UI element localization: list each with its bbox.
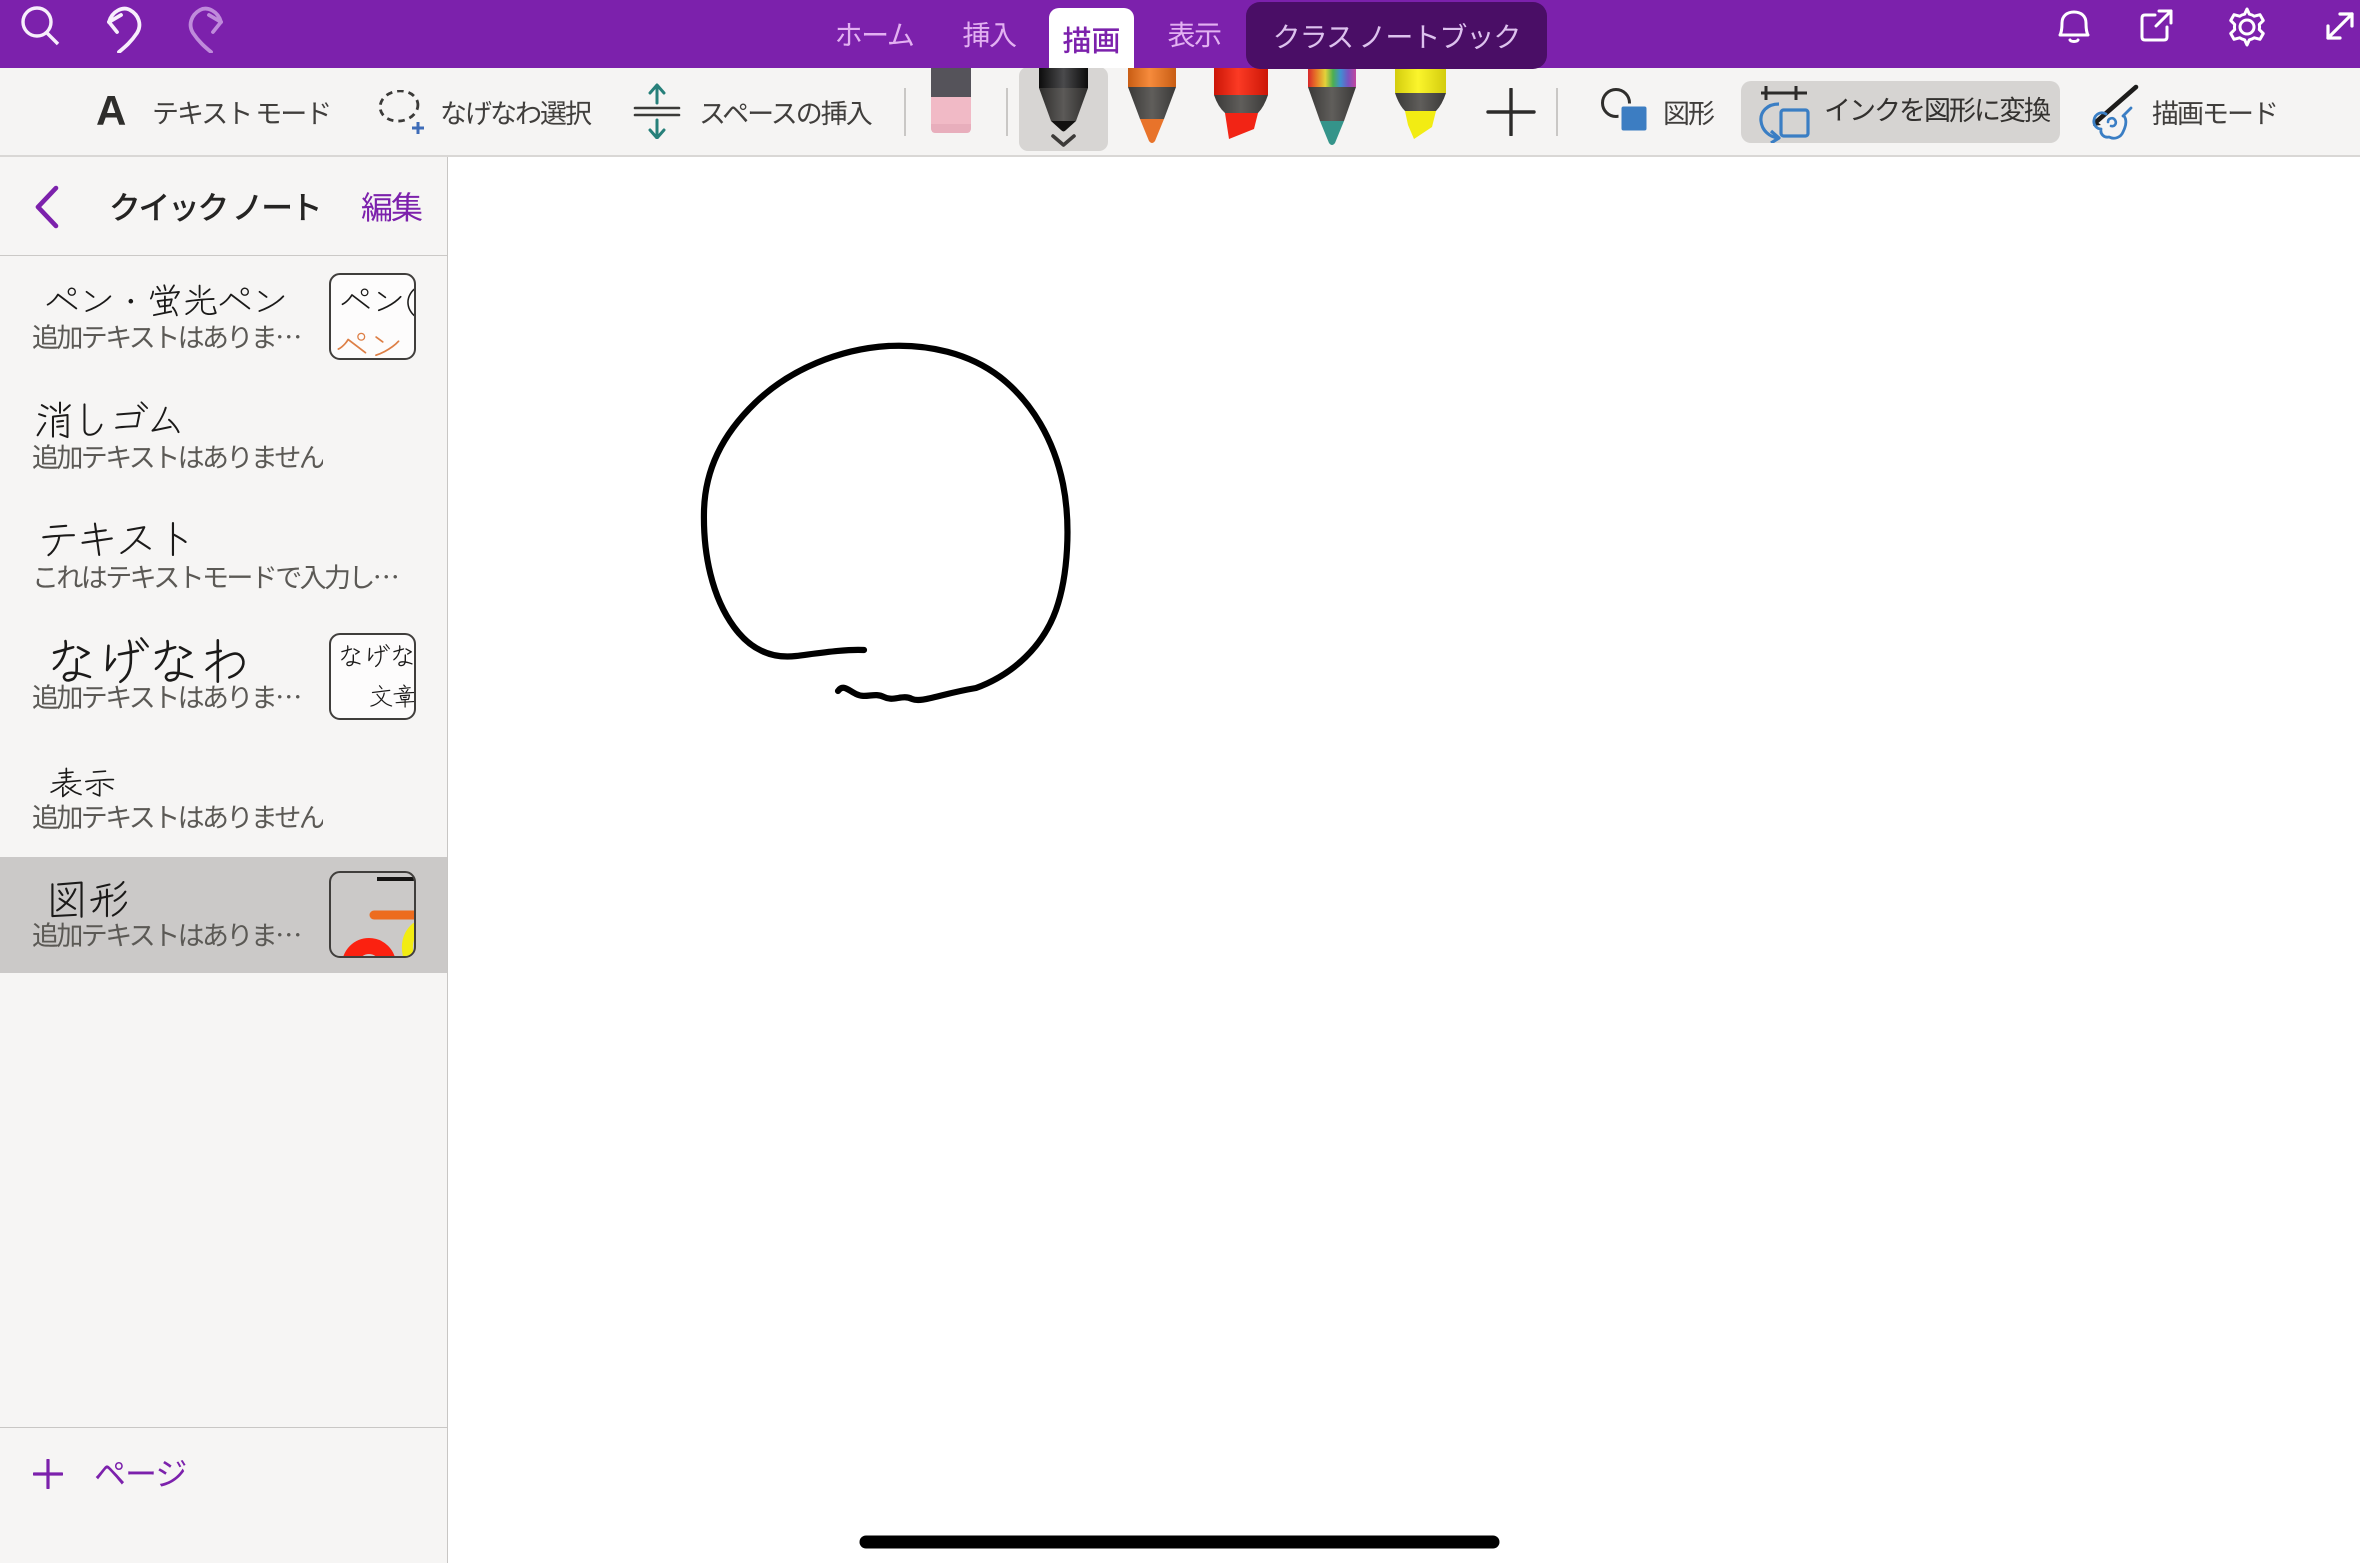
share-icon [2135, 5, 2177, 47]
thumbnail-ink-text: ペン( [339, 275, 416, 323]
lasso-select-button[interactable]: なげなわ選択 [378, 68, 588, 155]
yellow-highlighter-icon [1388, 67, 1452, 147]
black-pen-icon [1019, 67, 1108, 151]
text-mode-icon: A [96, 85, 126, 131]
onenote-app: ホーム 挿入 描画 表示 クラス ノートブック [0, 0, 2360, 1563]
tab-class-notebook[interactable]: クラス ノートブック [1246, 2, 1547, 69]
plus-icon [1485, 88, 1537, 136]
text-mode-button[interactable]: A テキスト モード [88, 68, 338, 155]
red-highlighter-icon [1208, 67, 1274, 147]
add-page-button[interactable]: ページ [0, 1428, 447, 1508]
notifications-button[interactable] [2052, 0, 2096, 68]
tab-home[interactable]: ホーム [835, 0, 914, 68]
rainbow-pen-tool[interactable] [1302, 68, 1362, 155]
page-list-item[interactable]: なげなわ 追加テキストはありま… なげな 文章 [0, 617, 447, 737]
page-thumbnail: なげな 文章 [329, 633, 416, 720]
page-subtitle: 追加テキストはありま… [32, 914, 300, 953]
ribbon-separator [1556, 88, 1558, 136]
search-button[interactable] [16, 0, 66, 68]
chevron-left-icon [34, 185, 60, 229]
tab-insert[interactable]: 挿入 [962, 0, 1015, 68]
eraser-tool[interactable] [925, 68, 977, 155]
page-thumbnail [329, 871, 416, 958]
yellow-highlighter-tool[interactable] [1388, 68, 1452, 155]
ribbon-separator [904, 88, 906, 136]
insert-space-icon [632, 83, 682, 139]
back-button[interactable] [24, 157, 70, 256]
add-page-plus-icon [33, 1459, 63, 1489]
thumbnail-ink-drawing [331, 873, 416, 958]
note-canvas[interactable] [448, 157, 2360, 1563]
settings-button[interactable] [2225, 0, 2269, 68]
page-list-item[interactable]: 消しゴム 追加テキストはありません [0, 377, 447, 497]
page-subtitle: 追加テキストはありません [32, 796, 323, 835]
add-pen-button[interactable] [1485, 68, 1539, 155]
draw-ribbon: A テキスト モード なげなわ選択 スペースの挿入 [0, 68, 2360, 157]
draw-mode-icon [2086, 82, 2142, 142]
search-icon [18, 5, 64, 51]
shapes-label: 図形 [1663, 68, 1713, 155]
page-thumbnail: ペン( ペン [329, 273, 416, 360]
add-page-label: ページ [94, 1428, 186, 1520]
undo-icon [100, 5, 148, 53]
page-subtitle: これはテキストモードで入力し… [32, 556, 397, 595]
draw-mode-label: 描画モード [2152, 68, 2277, 155]
insert-space-label: スペースの挿入 [699, 68, 871, 155]
convert-ink-to-shapes-button[interactable]: インクを図形に変換 [1741, 81, 2060, 143]
page-subtitle: 追加テキストはありま… [32, 316, 300, 355]
tab-view[interactable]: 表示 [1167, 0, 1220, 68]
shapes-icon [1600, 84, 1652, 138]
page-subtitle: 追加テキストはありま… [32, 676, 300, 715]
shapes-button[interactable]: 図形 [1600, 68, 1715, 155]
convert-ink-icon [1757, 83, 1815, 143]
thumbnail-ink-text: ペン [335, 319, 403, 360]
thumbnail-ink-text: 文章 [369, 677, 416, 712]
redo-icon [182, 5, 230, 53]
share-button[interactable] [2134, 0, 2178, 68]
eraser-icon [925, 66, 977, 136]
page-list-item[interactable]: テキスト これはテキストモードで入力し… [0, 497, 447, 617]
insert-space-button[interactable]: スペースの挿入 [632, 68, 867, 155]
settings-gear-icon [2225, 5, 2269, 49]
page-list-sidebar: クイック ノート 編集 ペン・蛍光ペン 追加テキストはありま… ペン( ペン 消… [0, 157, 448, 1563]
convert-ink-label: インクを図形に変換 [1824, 68, 2049, 155]
rainbow-pen-icon [1302, 67, 1362, 149]
text-mode-label: テキスト モード [152, 68, 330, 155]
lasso-icon [378, 90, 426, 136]
bell-icon [2053, 5, 2095, 47]
expand-icon [2319, 5, 2360, 47]
red-highlighter-tool[interactable] [1208, 68, 1274, 155]
orange-pen-icon [1122, 67, 1182, 147]
top-app-bar: ホーム 挿入 描画 表示 クラス ノートブック [0, 0, 2360, 68]
tab-draw[interactable]: 描画 [1049, 8, 1134, 68]
page-list-item[interactable]: ペン・蛍光ペン 追加テキストはありま… ペン( ペン [0, 257, 447, 377]
selected-pen-tool[interactable] [1019, 67, 1108, 151]
thumbnail-ink-text: なげな [338, 637, 416, 674]
sidebar-header: クイック ノート 編集 [0, 157, 447, 256]
edit-button[interactable]: 編集 [361, 157, 421, 256]
section-title: クイック ノート [109, 157, 320, 256]
page-list-item[interactable]: 表示 追加テキストはありません [0, 737, 447, 857]
draw-mode-button[interactable]: 描画モード [2086, 68, 2276, 155]
ribbon-separator [1006, 88, 1008, 136]
orange-pen-tool[interactable] [1122, 68, 1182, 155]
page-subtitle: 追加テキストはありません [32, 436, 323, 475]
page-list-item-selected[interactable]: 図形 追加テキストはありま… [0, 857, 447, 973]
undo-button[interactable] [98, 0, 150, 68]
redo-button[interactable] [180, 0, 232, 68]
lasso-label: なげなわ選択 [440, 68, 590, 155]
expand-button[interactable] [2318, 0, 2360, 68]
